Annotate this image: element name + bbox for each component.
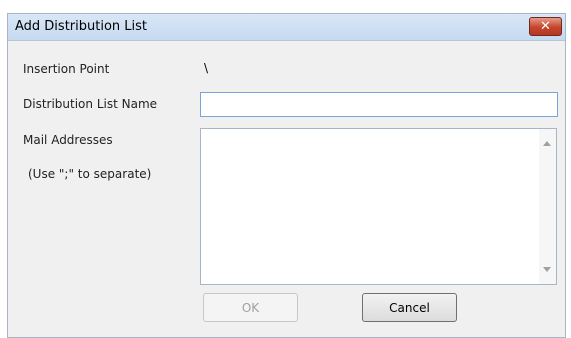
distribution-list-name-input[interactable] xyxy=(200,92,558,117)
insertion-point-value: \ xyxy=(204,61,209,75)
mail-addresses-scrollbar[interactable] xyxy=(539,129,556,284)
mail-addresses-label: Mail Addresses xyxy=(23,133,113,147)
dialog-window: Add Distribution List ✕ Insertion Point … xyxy=(7,13,566,338)
distribution-list-name-label: Distribution List Name xyxy=(23,97,158,111)
ok-button[interactable]: OK xyxy=(203,293,298,322)
insertion-point-label: Insertion Point xyxy=(23,62,110,76)
mail-addresses-textarea[interactable] xyxy=(200,128,557,285)
mail-addresses-hint: (Use ";" to separate) xyxy=(28,167,152,181)
scroll-up-icon[interactable] xyxy=(543,141,551,146)
window-title: Add Distribution List xyxy=(15,19,147,34)
close-button[interactable]: ✕ xyxy=(529,17,562,36)
scroll-down-icon[interactable] xyxy=(543,267,551,272)
title-bar: Add Distribution List ✕ xyxy=(8,14,565,41)
cancel-button[interactable]: Cancel xyxy=(362,293,457,322)
close-icon: ✕ xyxy=(540,19,551,34)
